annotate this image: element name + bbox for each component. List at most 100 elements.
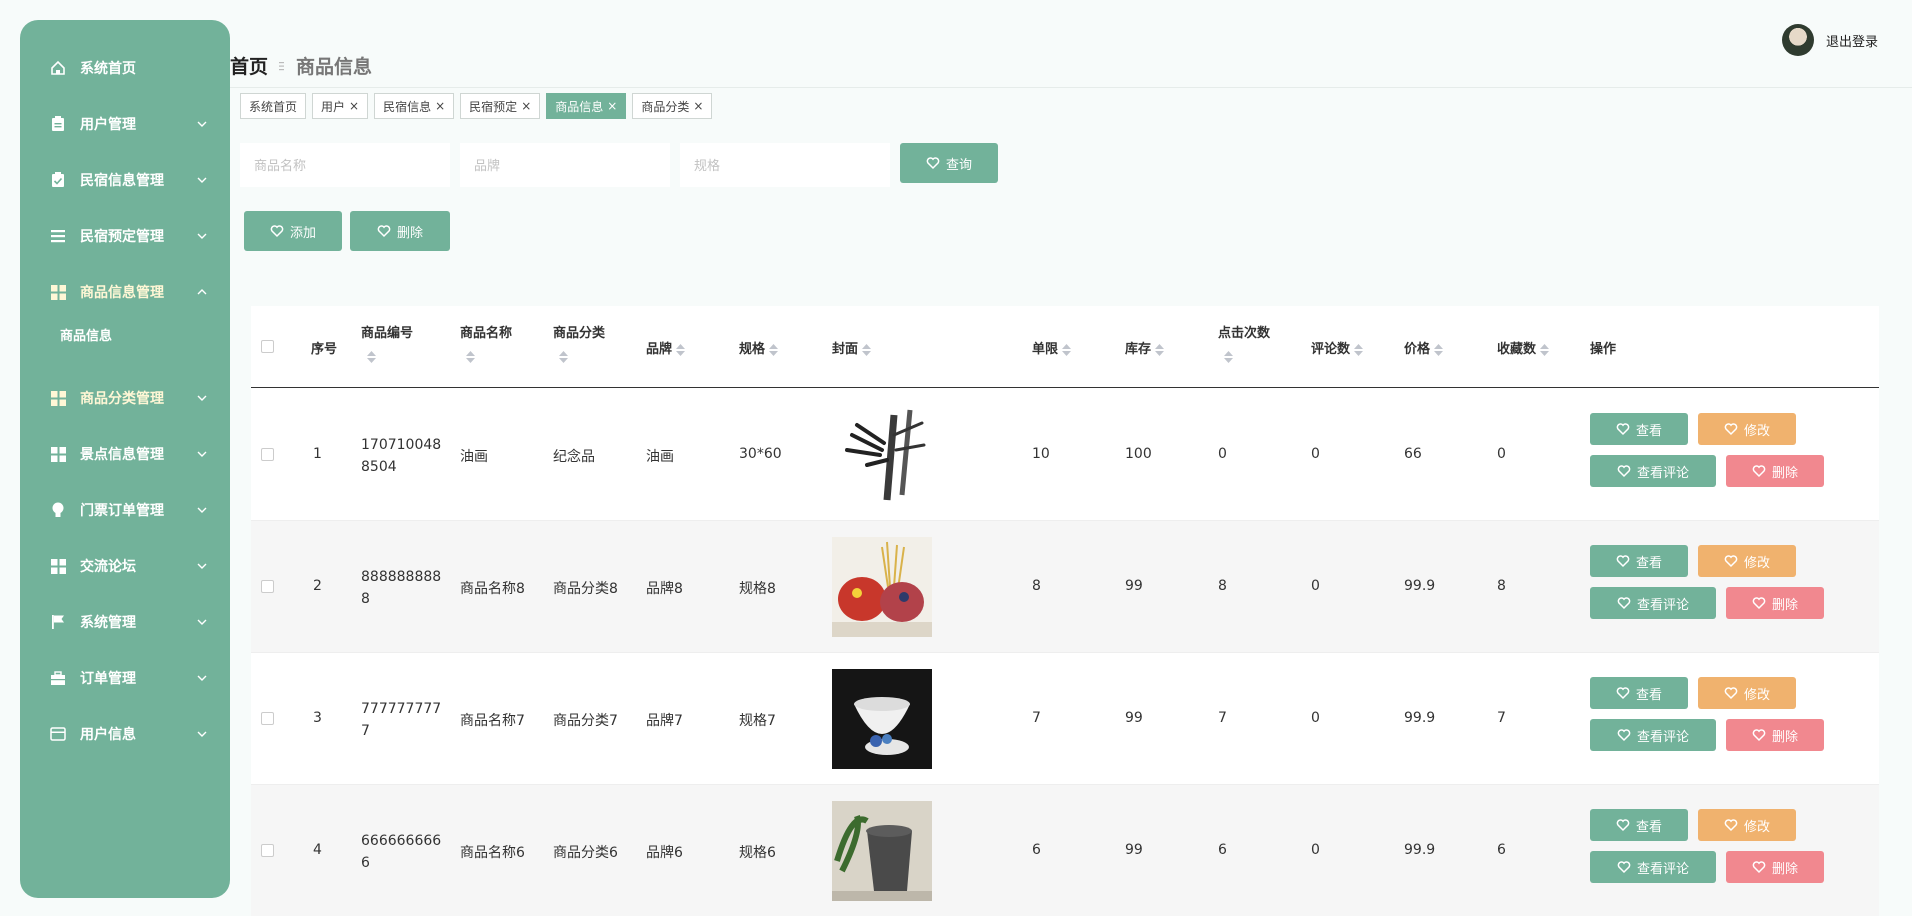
header-price[interactable]: 价格 bbox=[1404, 338, 1444, 357]
close-icon[interactable]: × bbox=[607, 99, 617, 113]
tag-product-category[interactable]: 商品分类 × bbox=[632, 93, 713, 119]
close-icon[interactable]: × bbox=[693, 99, 703, 113]
header-brand[interactable]: 品牌 bbox=[646, 338, 686, 357]
row-delete-button[interactable]: 删除 bbox=[1726, 719, 1824, 751]
view-comments-button[interactable]: 查看评论 bbox=[1590, 455, 1716, 487]
breadcrumb: 首页 商品信息 bbox=[230, 52, 372, 79]
tag-label: 民宿信息 bbox=[383, 99, 432, 114]
sidebar-item-label: 景点信息管理 bbox=[80, 447, 164, 463]
tag-homestay-info[interactable]: 民宿信息 × bbox=[374, 93, 455, 119]
sort-icon[interactable] bbox=[1434, 343, 1444, 356]
logout-link[interactable]: 退出登录 bbox=[1826, 31, 1878, 50]
sidebar-item-homestay-info[interactable]: 民宿信息管理 bbox=[20, 160, 230, 200]
cover-image-figurines[interactable] bbox=[832, 537, 932, 637]
sort-icon[interactable] bbox=[1062, 343, 1072, 356]
sidebar-item-user-info[interactable]: 用户信息 bbox=[20, 714, 230, 754]
sidebar-subitem-product-info[interactable]: 商品信息 bbox=[60, 325, 112, 344]
view-button[interactable]: 查看 bbox=[1590, 545, 1688, 577]
edit-button[interactable]: 修改 bbox=[1698, 545, 1796, 577]
cell-name: 商品名称8 bbox=[460, 581, 525, 597]
view-comments-button[interactable]: 查看评论 bbox=[1590, 719, 1716, 751]
close-icon[interactable]: × bbox=[435, 99, 445, 113]
header-name[interactable]: 商品名称 bbox=[460, 322, 512, 363]
delete-button[interactable]: 删除 bbox=[350, 211, 450, 251]
sidebar-item-user-management[interactable]: 用户管理 bbox=[20, 104, 230, 144]
view-comments-button[interactable]: 查看评论 bbox=[1590, 851, 1716, 883]
header-favorites[interactable]: 收藏数 bbox=[1497, 338, 1550, 357]
chevron-down-icon bbox=[197, 121, 207, 127]
heart-icon bbox=[1616, 687, 1630, 700]
row-checkbox[interactable] bbox=[261, 844, 274, 857]
header-spec[interactable]: 规格 bbox=[739, 338, 779, 357]
breadcrumb-home[interactable]: 首页 bbox=[230, 52, 268, 79]
row-delete-button[interactable]: 删除 bbox=[1726, 587, 1824, 619]
row-checkbox[interactable] bbox=[261, 712, 274, 725]
row-checkbox[interactable] bbox=[261, 580, 274, 593]
heart-icon bbox=[1752, 861, 1766, 874]
sort-icon[interactable] bbox=[1155, 343, 1165, 356]
sort-icon[interactable] bbox=[1354, 343, 1364, 356]
edit-button[interactable]: 修改 bbox=[1698, 809, 1796, 841]
product-name-input[interactable] bbox=[240, 143, 450, 187]
table-row: 4 666666666 6 商品名称6 商品分类6 品牌6 规格6 6 99 6 … bbox=[251, 785, 1879, 916]
add-button[interactable]: 添加 bbox=[244, 211, 342, 251]
sort-icon[interactable] bbox=[466, 351, 475, 363]
sidebar-item-homestay-booking[interactable]: 民宿预定管理 bbox=[20, 216, 230, 256]
close-icon[interactable]: × bbox=[349, 99, 359, 113]
sidebar-item-label: 民宿预定管理 bbox=[80, 229, 164, 245]
select-all-checkbox[interactable] bbox=[261, 340, 274, 353]
sidebar-item-product-category[interactable]: 商品分类管理 bbox=[20, 378, 230, 418]
cell-clicks: 0 bbox=[1218, 446, 1227, 462]
header-limit[interactable]: 单限 bbox=[1032, 338, 1072, 357]
sidebar-item-system-management[interactable]: 系统管理 bbox=[20, 602, 230, 642]
header-code[interactable]: 商品编号 bbox=[361, 322, 413, 363]
sidebar-item-forum[interactable]: 交流论坛 bbox=[20, 546, 230, 586]
row-delete-button[interactable]: 删除 bbox=[1726, 455, 1824, 487]
sidebar-item-order-management[interactable]: 订单管理 bbox=[20, 658, 230, 698]
tag-label: 商品分类 bbox=[641, 99, 690, 114]
sort-icon[interactable] bbox=[769, 343, 779, 356]
view-button[interactable]: 查看 bbox=[1590, 677, 1688, 709]
cover-image-mortar[interactable] bbox=[832, 801, 932, 901]
sidebar-item-ticket-orders[interactable]: 门票订单管理 bbox=[20, 490, 230, 530]
cover-image-tea-bowl[interactable] bbox=[832, 669, 932, 769]
grid-icon bbox=[50, 446, 66, 462]
query-label: 查询 bbox=[945, 156, 972, 172]
view-button[interactable]: 查看 bbox=[1590, 413, 1688, 445]
header-clicks[interactable]: 点击次数 bbox=[1218, 322, 1270, 363]
cover-image-bamboo[interactable] bbox=[832, 405, 932, 505]
card-icon bbox=[50, 726, 66, 742]
sort-icon[interactable] bbox=[1540, 343, 1550, 356]
header-category[interactable]: 商品分类 bbox=[553, 322, 605, 363]
cell-category: 商品分类8 bbox=[553, 581, 618, 597]
sort-icon[interactable] bbox=[559, 351, 568, 363]
sort-icon[interactable] bbox=[1224, 351, 1233, 363]
sidebar-item-home[interactable]: 系统首页 bbox=[20, 48, 230, 88]
header-comments[interactable]: 评论数 bbox=[1311, 338, 1364, 357]
tag-product-info[interactable]: 商品信息 × bbox=[546, 93, 627, 119]
sidebar-item-product-info[interactable]: 商品信息管理 bbox=[20, 272, 230, 312]
tag-user[interactable]: 用户 × bbox=[312, 93, 369, 119]
tag-homestay-booking[interactable]: 民宿预定 × bbox=[460, 93, 541, 119]
sort-icon[interactable] bbox=[367, 351, 376, 363]
header-stock[interactable]: 库存 bbox=[1125, 338, 1165, 357]
close-icon[interactable]: × bbox=[521, 99, 531, 113]
view-comments-button[interactable]: 查看评论 bbox=[1590, 587, 1716, 619]
header-cover[interactable]: 封面 bbox=[832, 338, 872, 357]
tag-label: 商品信息 bbox=[555, 99, 604, 114]
spec-input[interactable] bbox=[680, 143, 890, 187]
edit-button[interactable]: 修改 bbox=[1698, 677, 1796, 709]
brand-input[interactable] bbox=[460, 143, 670, 187]
query-button[interactable]: 查询 bbox=[900, 143, 998, 183]
row-checkbox[interactable] bbox=[261, 448, 274, 461]
avatar[interactable] bbox=[1781, 24, 1814, 56]
view-button[interactable]: 查看 bbox=[1590, 809, 1688, 841]
tag-system-home[interactable]: 系统首页 bbox=[240, 93, 307, 119]
cell-price: 99.9 bbox=[1404, 710, 1436, 726]
chevron-down-icon bbox=[197, 619, 207, 625]
row-delete-button[interactable]: 删除 bbox=[1726, 851, 1824, 883]
sort-icon[interactable] bbox=[862, 343, 872, 356]
edit-button[interactable]: 修改 bbox=[1698, 413, 1796, 445]
sort-icon[interactable] bbox=[676, 343, 686, 356]
sidebar-item-attraction-info[interactable]: 景点信息管理 bbox=[20, 434, 230, 474]
